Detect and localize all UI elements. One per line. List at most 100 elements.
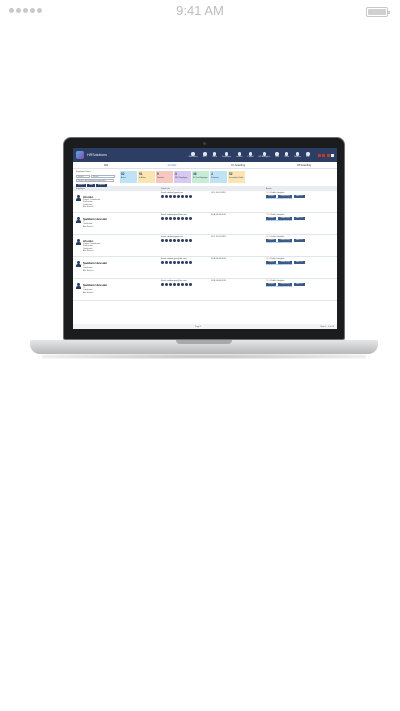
nav-item-hr-analytics[interactable]: HR Analytics <box>259 152 270 158</box>
social-icon[interactable] <box>173 239 176 243</box>
social-icon[interactable] <box>173 283 176 287</box>
social-icon[interactable] <box>169 195 172 199</box>
click-here-link[interactable]: click here <box>284 198 292 200</box>
employee-cell: Saddam Hussain IT Confirmed Abc Branch <box>76 214 161 233</box>
social-icon[interactable] <box>161 217 164 221</box>
social-icon[interactable] <box>169 283 172 287</box>
nav-item-employee[interactable]: Employee <box>222 152 231 158</box>
profile-status: Profile Complete <box>270 192 285 194</box>
social-icon[interactable] <box>169 239 172 243</box>
filter-select-2[interactable]: Select <box>91 174 115 178</box>
social-icon[interactable] <box>177 261 180 265</box>
social-icon[interactable] <box>165 283 168 287</box>
summary-card[interactable]: 4 Probation <box>210 171 227 183</box>
summary-card[interactable]: 52 Incomplete Profile <box>228 171 245 183</box>
social-icon[interactable] <box>161 261 164 265</box>
social-icon[interactable] <box>161 195 164 199</box>
tab-on-boarding[interactable]: On boarding <box>205 164 271 167</box>
send-ess-password-link[interactable]: Send ESS Password <box>266 220 284 222</box>
search-button[interactable]: Search <box>76 183 87 187</box>
employee-name[interactable]: Saddam Hussain <box>83 261 107 265</box>
action-cell: 76% Profile Complete Contact Credit Entry V… <box>266 214 334 233</box>
social-icon[interactable] <box>185 283 188 287</box>
view-cv-button[interactable]: View CV <box>293 261 305 265</box>
social-icon[interactable] <box>189 195 192 199</box>
social-icon[interactable] <box>189 261 192 265</box>
brand-name: HRSolutions <box>87 153 107 157</box>
view-cv-button[interactable]: View CV <box>293 239 305 243</box>
social-icon[interactable] <box>189 283 192 287</box>
tab-off-boarding[interactable]: Off boarding <box>271 164 337 167</box>
click-here-link[interactable]: click here <box>284 286 292 288</box>
nav-item-ext[interactable]: Ext <box>306 152 310 158</box>
summary-card[interactable]: 0 Deactive <box>156 171 173 183</box>
tab-n-a[interactable]: N/A <box>73 164 139 167</box>
social-icon[interactable] <box>185 195 188 199</box>
notification-icon[interactable] <box>317 153 321 157</box>
social-icon[interactable] <box>177 283 180 287</box>
nav-item-bpo[interactable]: BPO <box>203 152 207 158</box>
summary-card[interactable]: 3 NDC Employee <box>174 171 191 183</box>
social-icon[interactable] <box>169 217 172 221</box>
mail-icon[interactable] <box>322 153 325 157</box>
social-icon[interactable] <box>185 261 188 265</box>
social-icon[interactable] <box>185 217 188 221</box>
detail-info: Email: aloobo@gmail.com <box>161 192 211 211</box>
social-icon[interactable] <box>165 239 168 243</box>
view-cv-button[interactable]: View CV <box>293 195 305 199</box>
social-icon[interactable] <box>161 239 164 243</box>
employee-detail: Abc Branch <box>83 225 94 228</box>
send-ess-password-link[interactable]: Send ESS Password <box>266 242 284 244</box>
user-menu-icon[interactable] <box>331 153 334 157</box>
send-ess-password-link[interactable]: Send ESS Password <box>266 264 284 266</box>
social-icon[interactable] <box>181 261 184 265</box>
social-icon[interactable] <box>165 195 168 199</box>
social-icon[interactable] <box>181 217 184 221</box>
social-icon[interactable] <box>165 217 168 221</box>
filter-select-1[interactable]: Select <box>76 174 90 178</box>
nav-item-payroll[interactable]: Payroll <box>248 152 254 158</box>
social-icon[interactable] <box>181 195 184 199</box>
summary-card[interactable]: 52 Active <box>120 171 137 183</box>
social-icon[interactable] <box>185 239 188 243</box>
alert-icon[interactable] <box>326 153 330 157</box>
filter-bar: Employee Name Select Select Search by em… <box>73 169 337 187</box>
social-icon[interactable] <box>177 195 180 199</box>
card-label: Deactive <box>157 177 164 179</box>
employee-name[interactable]: Saddam Hussain <box>83 283 107 287</box>
social-icon[interactable] <box>161 283 164 287</box>
nav-item-reports[interactable]: Reports <box>294 152 301 158</box>
social-icon[interactable] <box>189 239 192 243</box>
view-cv-button[interactable]: View CV <box>293 283 305 287</box>
nav-item-leaves[interactable]: Leaves <box>236 152 243 158</box>
add-button[interactable]: Add <box>87 183 95 187</box>
social-icon[interactable] <box>173 195 176 199</box>
social-icon[interactable] <box>181 283 184 287</box>
send-ess-password-link[interactable]: Send ESS Password <box>266 286 284 288</box>
click-here-link[interactable]: click here <box>284 242 292 244</box>
social-icon[interactable] <box>165 261 168 265</box>
social-icon[interactable] <box>173 217 176 221</box>
nav-item-office[interactable]: Office <box>212 152 217 158</box>
social-icon[interactable] <box>173 261 176 265</box>
social-icon[interactable] <box>169 261 172 265</box>
social-icon[interactable] <box>177 217 180 221</box>
employee-dob: DOJ: 01-07-2018 <box>211 236 226 238</box>
employee-name[interactable]: Saddam Hussain <box>83 217 107 221</box>
view-cv-button[interactable]: View CV <box>293 217 305 221</box>
click-here-link[interactable]: click here <box>284 220 292 222</box>
nav-item-task[interactable]: Task <box>275 152 279 158</box>
social-icon[interactable] <box>181 239 184 243</box>
page-number[interactable]: 1 <box>200 326 201 328</box>
search-input[interactable]: Search by employee/name/role <box>76 179 114 183</box>
send-ess-password-link[interactable]: Send ESS Password <box>266 198 284 200</box>
reports-button[interactable]: Reports <box>95 183 107 187</box>
nav-item-workforce[interactable]: Workforce <box>189 152 198 158</box>
social-icon[interactable] <box>189 217 192 221</box>
summary-card[interactable]: 46 ID Card Employee <box>192 171 209 183</box>
nav-item-team[interactable]: Team <box>284 152 289 158</box>
tab-current[interactable]: Current <box>139 164 205 167</box>
summary-card[interactable]: 91 In Active <box>138 171 155 183</box>
click-here-link[interactable]: click here <box>284 264 292 266</box>
social-icon[interactable] <box>177 239 180 243</box>
